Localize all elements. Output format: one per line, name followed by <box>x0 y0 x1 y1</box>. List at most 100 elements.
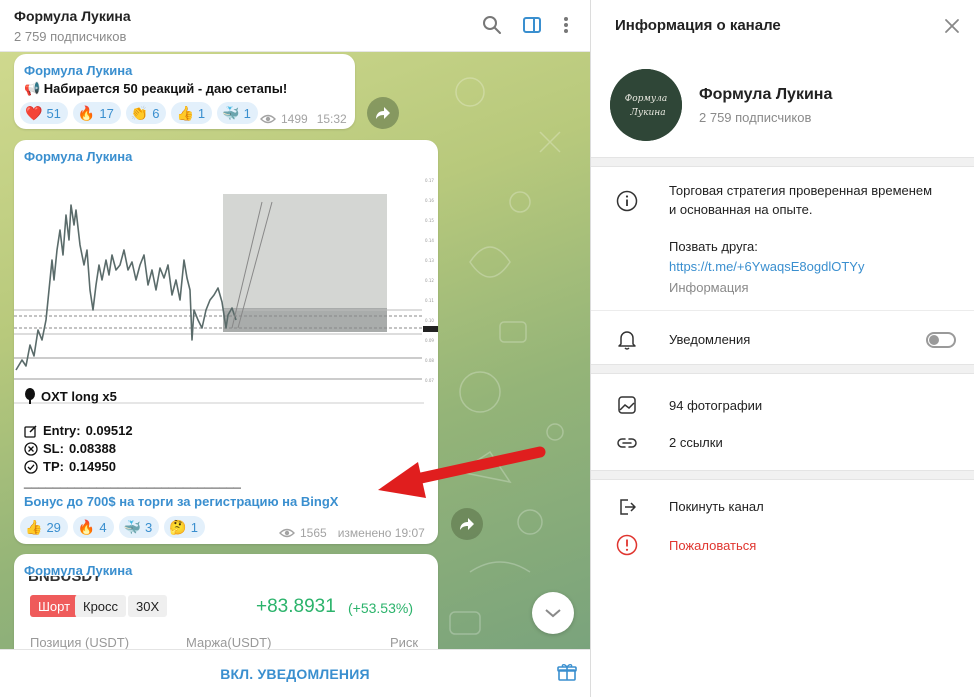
search-icon[interactable] <box>481 14 503 36</box>
reaction-emoji: 👍 <box>25 519 43 535</box>
share-button[interactable] <box>367 97 399 129</box>
reaction-emoji: 👏 <box>130 105 149 121</box>
svg-text:0.12: 0.12 <box>425 278 434 283</box>
invite-link[interactable]: https://t.me/+6YwaqsE8ogdlOTYy <box>669 259 864 274</box>
pair-label-partial: BNBUSDT <box>28 576 101 584</box>
reaction-chip[interactable]: 🐳 3 <box>118 516 160 538</box>
avatar-text-line1: Формула <box>625 94 667 104</box>
annotation-arrow <box>378 446 546 498</box>
reaction-chip[interactable]: 👍 1 <box>171 102 213 124</box>
report-row[interactable]: Пожаловаться <box>591 526 974 566</box>
invite-label: Позвать друга: <box>669 239 758 254</box>
info-icon <box>616 190 638 212</box>
notifications-toggle[interactable] <box>926 332 956 348</box>
message-text: 📢 Набирается 50 реакций - даю сетапы! <box>24 81 288 96</box>
more-vertical-icon[interactable] <box>555 14 577 36</box>
report-label: Пожаловаться <box>669 538 757 553</box>
reaction-count: 1 <box>190 519 198 535</box>
views-count: 1499 <box>281 112 308 126</box>
leave-channel-row[interactable]: Покинуть канал <box>591 488 974 528</box>
pin-icon <box>25 388 35 404</box>
channel-description-line1: Торговая стратегия проверенная временем <box>669 183 933 198</box>
photos-row[interactable]: 94 фотографии <box>591 384 974 424</box>
scroll-down-button[interactable] <box>532 592 574 634</box>
message-bubble: Формула Лукина 📢 Набирается 50 реакций -… <box>14 54 355 129</box>
reaction-emoji: 🐳 <box>222 105 240 121</box>
channel-subscribers: 2 759 подписчиков <box>699 110 812 125</box>
sidebar-toggle-icon[interactable] <box>521 14 543 36</box>
views-count: 1565 <box>300 526 327 540</box>
check-circle-icon <box>24 459 38 474</box>
reaction-chip[interactable]: ❤️ 51 <box>20 102 68 124</box>
svg-text:0.09: 0.09 <box>425 338 434 343</box>
section-divider <box>591 470 974 480</box>
chat-header: Формула Лукина 2 759 подписчиков <box>0 0 590 52</box>
divider-line: ______________________________ <box>24 474 241 489</box>
svg-text:0.10: 0.10 <box>425 318 434 323</box>
pnl-value: +83.8931 <box>256 596 336 617</box>
message-meta: 1499 15:32 <box>260 112 347 126</box>
links-row[interactable]: 2 ссылки <box>591 422 974 462</box>
share-arrow-icon <box>460 518 474 530</box>
channel-info-panel: Информация о канале Формула Лукина Форму… <box>590 0 974 697</box>
section-divider <box>591 157 974 167</box>
chevron-down-icon <box>545 609 561 618</box>
reaction-chip[interactable]: 🔥 4 <box>72 516 114 538</box>
trade-chart-image[interactable]: 0.17 0.16 0.15 0.14 0.13 0.12 0.11 0.10 0.09 0… <box>14 170 438 420</box>
reaction-emoji: 🤔 <box>169 519 187 535</box>
link-icon <box>616 432 638 454</box>
message-author[interactable]: Формула Лукина <box>24 149 132 164</box>
chat-subscribers: 2 759 подписчиков <box>14 29 127 44</box>
photo-icon <box>616 394 638 416</box>
report-icon <box>616 534 638 556</box>
svg-text:0.16: 0.16 <box>425 198 434 203</box>
svg-text:0.17: 0.17 <box>425 178 434 183</box>
info-caption: Информация <box>669 280 749 295</box>
entry-value: 0.09512 <box>85 423 133 438</box>
links-label: 2 ссылки <box>669 435 723 450</box>
close-icon[interactable] <box>942 16 962 36</box>
reaction-chip[interactable]: 🤔 1 <box>164 516 205 538</box>
sl-label: SL: <box>43 441 64 456</box>
position-column-label: Позиция (USDT) <box>30 635 130 650</box>
gift-icon[interactable] <box>557 662 577 685</box>
notifications-label: Уведомления <box>669 332 751 347</box>
panel-title: Информация о канале <box>615 17 781 34</box>
reaction-count: 51 <box>46 105 61 121</box>
reaction-count: 17 <box>99 105 114 121</box>
reaction-chip[interactable]: 👏 6 <box>125 102 167 124</box>
svg-text:0.14: 0.14 <box>425 238 434 243</box>
message-author[interactable]: Формула Лукина <box>24 63 132 78</box>
reaction-chip[interactable]: 🔥 17 <box>72 102 121 124</box>
avatar-text-line2: Лукина <box>629 108 665 118</box>
reaction-chip[interactable]: 👍 29 <box>20 516 68 538</box>
eye-icon <box>279 528 295 538</box>
tp-value: 0.14950 <box>68 459 116 474</box>
chat-title[interactable]: Формула Лукина <box>14 8 131 24</box>
leave-icon <box>616 496 638 518</box>
notifications-row[interactable]: Уведомления <box>591 316 974 364</box>
trade-side-badge: Шорт <box>30 595 79 617</box>
sl-line: SL: 0.08388 <box>24 441 116 456</box>
cross-circle-icon <box>24 441 38 456</box>
enable-notifications-button[interactable]: ВКЛ. УВЕДОМЛЕНИЯ <box>0 650 590 697</box>
bell-icon <box>616 329 638 351</box>
reaction-count: 29 <box>46 519 61 535</box>
margin-column-label: Маржа(USDT) <box>186 635 272 650</box>
section-divider <box>591 364 974 374</box>
share-button[interactable] <box>451 508 483 540</box>
bonus-link[interactable]: Бонус до 700$ на торги за регистрацию на… <box>24 494 338 509</box>
message-bubble: Формула Лукина BNBUSDT Шорт Кросс 30X +8… <box>14 554 438 664</box>
reaction-count: 3 <box>145 519 153 535</box>
chat-footer: ВКЛ. УВЕДОМЛЕНИЯ <box>0 649 590 697</box>
reactions-bar: ❤️ 51 🔥 17 👏 6 👍 1 🐳 1 <box>20 102 258 124</box>
reactions-bar: 👍 29 🔥 4 🐳 3 🤔 1 <box>20 516 205 538</box>
svg-text:0.13: 0.13 <box>425 258 434 263</box>
message-time: 15:32 <box>316 112 347 126</box>
photos-label: 94 фотографии <box>669 398 763 413</box>
reaction-chip[interactable]: 🐳 1 <box>217 102 258 124</box>
eye-icon <box>260 114 276 124</box>
leave-channel-label: Покинуть канал <box>669 499 764 514</box>
signal-title: OXT long x5 <box>41 388 117 404</box>
channel-avatar[interactable]: Формула Лукина <box>610 69 682 141</box>
